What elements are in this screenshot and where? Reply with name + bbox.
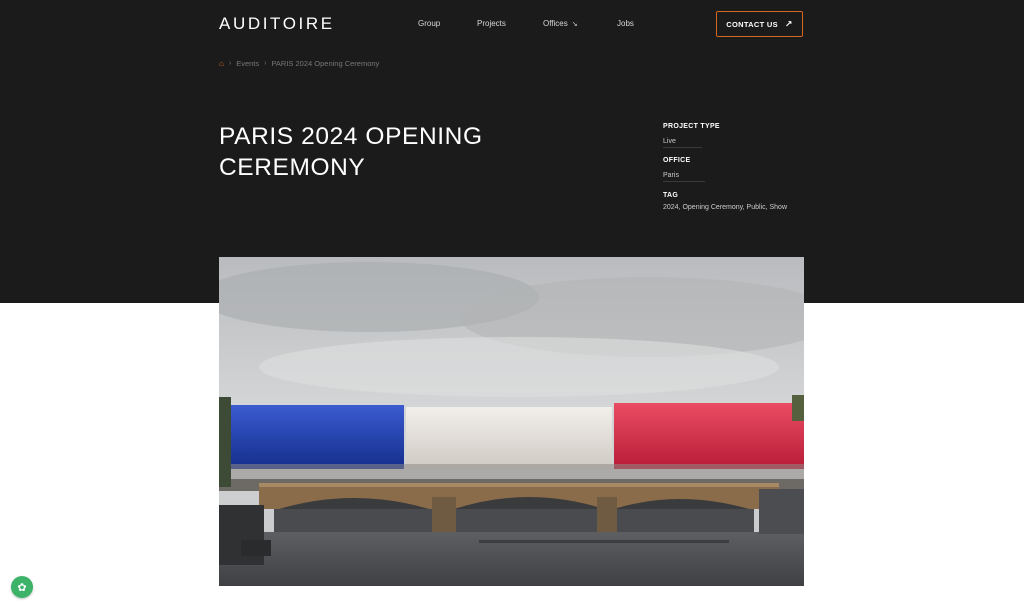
nav-item-offices-label: Offices (543, 19, 568, 28)
arrow-down-right-icon: ↘ (571, 21, 578, 28)
breadcrumb: ⌂ › Events › PARIS 2024 Opening Ceremony (219, 58, 379, 68)
nav-item-group[interactable]: Group (418, 19, 440, 28)
breadcrumb-current: PARIS 2024 Opening Ceremony (271, 58, 380, 68)
contact-us-button[interactable]: CONTACT US ↗ (716, 11, 803, 37)
hero-photo (219, 257, 804, 586)
chevron-right-icon: › (264, 59, 267, 67)
meta-tag: TAG 2024, Opening Ceremony, Public, Show (663, 192, 803, 212)
site-logo[interactable]: AUDITOIRE (219, 14, 335, 34)
page-title: PARIS 2024 OPENING CEREMONY (219, 123, 483, 181)
tag-label: TAG (663, 192, 679, 199)
chevron-right-icon: › (228, 59, 232, 67)
meta-project-type: PROJECT TYPE Live (663, 123, 813, 148)
meta-office: OFFICE Paris (663, 157, 813, 182)
arrow-up-right-icon: ↗ (784, 18, 793, 29)
office-value: Paris (663, 171, 705, 182)
project-type-label: PROJECT TYPE (663, 123, 720, 130)
contact-us-label: CONTACT US (726, 19, 778, 29)
office-label: OFFICE (663, 157, 691, 164)
nav-item-projects[interactable]: Projects (477, 19, 506, 28)
cookie-icon[interactable]: ✿ (11, 576, 33, 598)
nav-item-jobs[interactable]: Jobs (617, 19, 634, 28)
project-type-value: Live (663, 137, 702, 148)
breadcrumb-events[interactable]: Events (236, 59, 259, 68)
tag-value: 2024, Opening Ceremony, Public, Show (663, 204, 787, 211)
nav-item-offices[interactable]: Offices ↘ (543, 19, 578, 28)
home-icon[interactable]: ⌂ (219, 59, 224, 68)
